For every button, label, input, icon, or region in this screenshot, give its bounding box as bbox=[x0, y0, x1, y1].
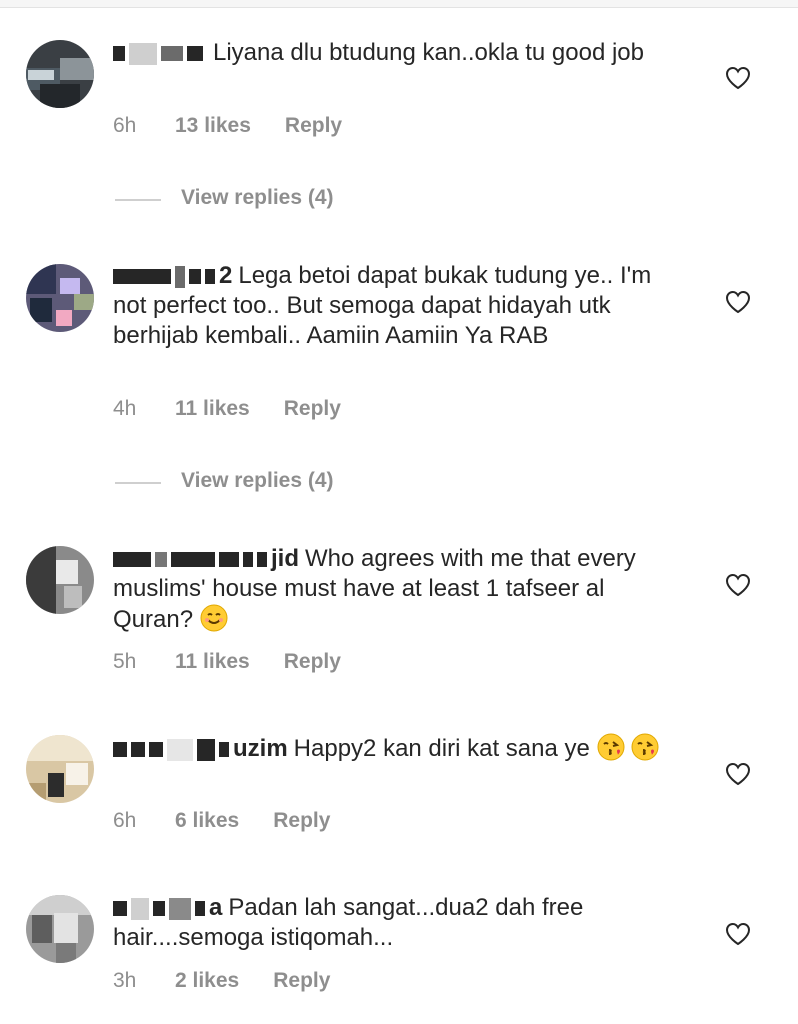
comment-body: 2 Lega betoi dapat bukak tudung ye.. I'm … bbox=[113, 261, 673, 351]
reply-button[interactable]: Reply bbox=[273, 809, 330, 833]
replies-divider bbox=[115, 482, 161, 484]
username-tail: a bbox=[209, 894, 223, 921]
username-redacted[interactable]: 2 bbox=[113, 261, 232, 291]
replies-divider bbox=[115, 199, 161, 201]
heart-outline-icon[interactable] bbox=[725, 573, 751, 597]
heart-outline-icon[interactable] bbox=[725, 922, 751, 946]
avatar[interactable] bbox=[26, 264, 94, 332]
username-tail: jid bbox=[271, 545, 299, 572]
reply-button[interactable]: Reply bbox=[284, 397, 341, 421]
heart-outline-icon[interactable] bbox=[725, 762, 751, 786]
comment-time: 5h bbox=[113, 650, 137, 673]
comment-time: 4h bbox=[113, 397, 137, 420]
comment-time: 6h bbox=[113, 809, 137, 832]
avatar[interactable] bbox=[26, 546, 94, 614]
view-replies-label: View replies (4) bbox=[181, 186, 334, 209]
username-redacted[interactable]: uzim bbox=[113, 734, 288, 764]
top-divider bbox=[0, 0, 798, 8]
likes-count[interactable]: 6 likes bbox=[175, 809, 239, 833]
avatar[interactable] bbox=[26, 40, 94, 108]
comment-body: Liyana dlu btudung kan..okla tu good job bbox=[113, 38, 673, 68]
comment-meta: 5h 11 likes Reply bbox=[113, 650, 341, 674]
username-redacted[interactable]: a bbox=[113, 893, 222, 923]
comment-text: Happy2 kan diri kat sana ye bbox=[293, 735, 590, 762]
likes-count[interactable]: 11 likes bbox=[175, 650, 250, 674]
avatar[interactable] bbox=[26, 735, 94, 803]
likes-count[interactable]: 11 likes bbox=[175, 397, 250, 421]
comment-time: 6h bbox=[113, 114, 137, 137]
view-replies-label: View replies (4) bbox=[181, 469, 334, 492]
comment-meta: 6h 6 likes Reply bbox=[113, 809, 330, 833]
username-redacted[interactable]: jid bbox=[113, 544, 299, 574]
face-blowing-kiss-emoji bbox=[631, 733, 659, 761]
username-tail: uzim bbox=[233, 735, 288, 762]
comment-body: uzim Happy2 kan diri kat sana ye bbox=[113, 733, 673, 764]
username-tail: 2 bbox=[219, 262, 233, 289]
likes-count[interactable]: 13 likes bbox=[175, 114, 251, 138]
comment-meta: 6h 13 likes Reply bbox=[113, 114, 342, 138]
comment-body: a Padan lah sangat...dua2 dah free hair..… bbox=[113, 893, 673, 953]
reply-button[interactable]: Reply bbox=[273, 969, 330, 993]
smiling-face-emoji bbox=[200, 604, 228, 632]
reply-button[interactable]: Reply bbox=[284, 650, 341, 674]
avatar[interactable] bbox=[26, 895, 94, 963]
likes-count[interactable]: 2 likes bbox=[175, 969, 239, 993]
face-blowing-kiss-emoji bbox=[597, 733, 625, 761]
comment-meta: 3h 2 likes Reply bbox=[113, 969, 330, 993]
reply-button[interactable]: Reply bbox=[285, 114, 342, 138]
username-redacted[interactable] bbox=[113, 38, 207, 68]
comment-time: 3h bbox=[113, 969, 137, 992]
heart-outline-icon[interactable] bbox=[725, 290, 751, 314]
comment-body: jid Who agrees with me that every muslims… bbox=[113, 544, 673, 635]
comment-text: Liyana dlu btudung kan..okla tu good job bbox=[213, 39, 645, 66]
comment-meta: 4h 11 likes Reply bbox=[113, 397, 341, 421]
heart-outline-icon[interactable] bbox=[725, 66, 751, 90]
